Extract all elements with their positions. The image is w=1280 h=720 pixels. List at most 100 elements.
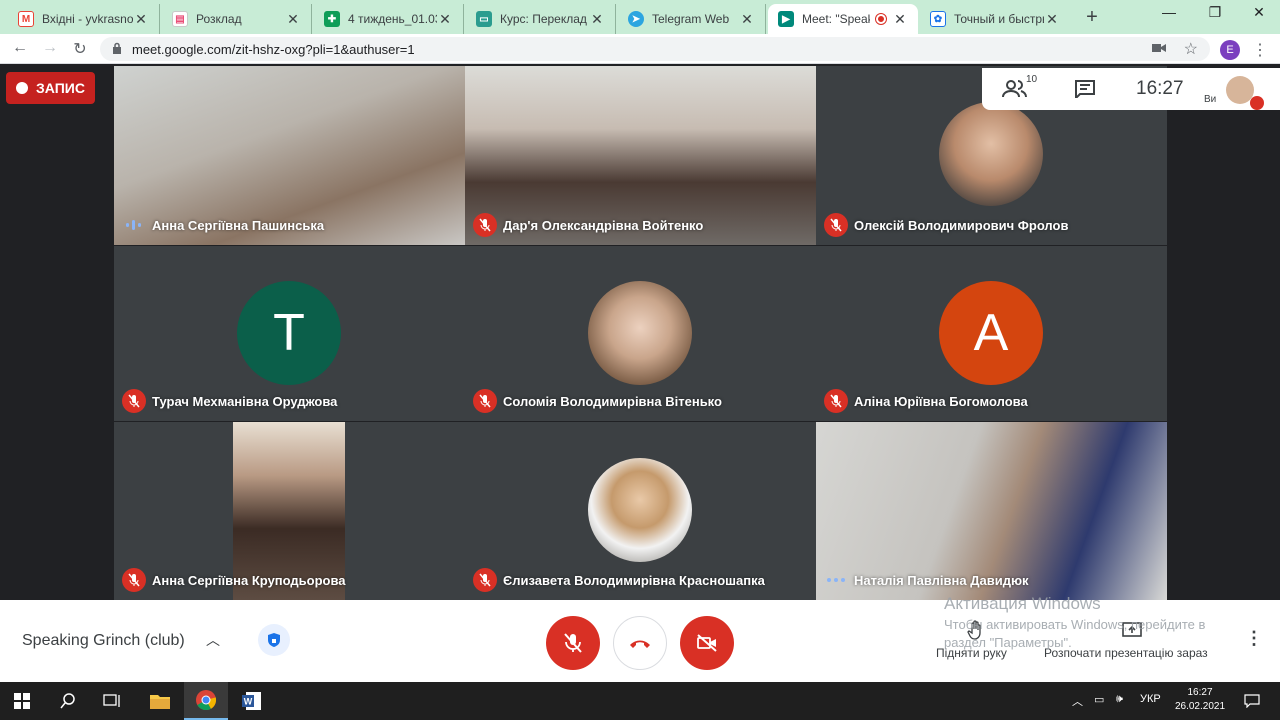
recording-badge: ЗАПИС [6, 72, 95, 104]
url-text: meet.google.com/zit-hshz-oxg?pli=1&authu… [132, 42, 415, 57]
volume-icon[interactable]: 🕪 [1116, 693, 1123, 706]
participant-avatar [939, 102, 1043, 206]
gmail-icon: M [18, 11, 34, 27]
notifications-icon[interactable] [1232, 682, 1272, 720]
back-button[interactable]: ← [10, 39, 30, 57]
close-icon[interactable]: ✕ [739, 11, 755, 28]
task-view-icon[interactable] [90, 682, 134, 720]
leave-call-button[interactable] [613, 616, 667, 670]
participant-tile[interactable]: A Аліна Юріївна Богомолова [816, 246, 1167, 421]
participant-tile[interactable]: Дар'я Олександрівна Войтенко [465, 66, 816, 245]
profile-avatar[interactable]: E [1220, 40, 1240, 60]
mic-toggle-button[interactable] [546, 616, 600, 670]
hang-up-icon [630, 640, 650, 648]
meeting-name[interactable]: Speaking Grinch (club) [22, 632, 185, 650]
windows-start-icon[interactable] [0, 682, 44, 720]
close-window-button[interactable]: ✕ [1244, 4, 1274, 21]
chrome-icon[interactable] [184, 682, 228, 720]
omnibox[interactable]: meet.google.com/zit-hshz-oxg?pli=1&authu… [100, 37, 1210, 61]
close-icon[interactable]: ✕ [589, 11, 605, 28]
muted-mic-icon [473, 568, 497, 592]
tab-course[interactable]: ▭ Курс: Переклад з ✕ [466, 4, 616, 34]
language-indicator[interactable]: УКР [1140, 693, 1161, 705]
calendar-page-icon: ▤ [172, 11, 188, 27]
participant-tile[interactable]: Єлизавета Володимирівна Красношапка [465, 422, 816, 600]
participant-avatar [588, 458, 692, 562]
tab-sheets[interactable]: ✚ 4 тиждень_01.03- ✕ [314, 4, 464, 34]
moodle-icon: ▭ [476, 11, 492, 27]
bookmark-star-icon[interactable]: ☆ [1184, 39, 1198, 59]
close-icon[interactable]: ✕ [133, 11, 149, 28]
close-icon[interactable]: ✕ [1044, 11, 1060, 28]
file-explorer-icon[interactable] [138, 682, 182, 720]
tab-label: 4 тиждень_01.03- [348, 12, 437, 26]
tab-gmail[interactable]: M Вхідні - yvkrasnosi ✕ [8, 4, 160, 34]
reload-button[interactable]: ↻ [70, 39, 90, 59]
close-icon[interactable]: ✕ [437, 11, 453, 28]
participant-name: Аліна Юріївна Богомолова [854, 394, 1028, 409]
maximize-button[interactable]: ❐ [1200, 4, 1230, 21]
taskbar-time: 16:27 [1187, 687, 1213, 698]
participant-name: Анна Сергіївна Пашинська [152, 218, 325, 233]
windows-taskbar: W ︿ ▭ 🕪 УКР 16:27 26.02.2021 [0, 682, 1280, 720]
taskbar-clock[interactable]: 16:27 26.02.2021 [1170, 686, 1230, 714]
show-hidden-icons[interactable]: ︿ [1072, 693, 1083, 709]
browser-menu-icon[interactable]: ⋮ [1252, 40, 1268, 60]
people-icon[interactable] [1002, 80, 1028, 98]
participant-avatar-letter: T [237, 281, 341, 385]
windows-activation-text: Чтобы активировать Windows, перейдите в … [944, 617, 1206, 650]
participant-name: Олексій Володимирович Фролов [854, 218, 1069, 233]
participant-tile[interactable]: Анна Сергіївна Пашинська [114, 66, 465, 245]
participant-name: Наталія Павлівна Давидюк [854, 573, 1029, 588]
tab-label: Розклад [196, 12, 242, 26]
chevron-up-icon[interactable]: ︿ [206, 630, 220, 650]
tab-schedule[interactable]: ▤ Розклад ✕ [162, 4, 312, 34]
meeting-info-panel: 10 16:27 Ви [982, 68, 1280, 110]
muted-mic-icon [122, 568, 146, 592]
new-tab-button[interactable]: + [1082, 6, 1102, 29]
address-bar: ← → ↻ meet.google.com/zit-hshz-oxg?pli=1… [0, 34, 1280, 64]
lock-icon [113, 42, 121, 54]
camera-permission-icon[interactable] [1152, 42, 1166, 54]
search-icon[interactable] [46, 682, 90, 720]
participant-tile[interactable]: Соломія Володимирівна Вітенько [465, 246, 816, 421]
participant-avatar [588, 281, 692, 385]
windows-activation-title: Активация Windows [944, 594, 1101, 613]
forward-button[interactable]: → [40, 39, 60, 57]
taskbar-date: 26.02.2021 [1174, 701, 1226, 712]
battery-icon[interactable]: ▭ [1094, 693, 1104, 706]
close-icon[interactable]: ✕ [892, 11, 908, 28]
participant-count: 10 [1026, 74, 1038, 85]
tab-label: Точный и быстрый [954, 12, 1044, 26]
tab-translate[interactable]: ✿ Точный и быстрый ✕ [920, 4, 1070, 34]
close-icon[interactable]: ✕ [285, 11, 301, 28]
recording-indicator-icon [876, 14, 886, 24]
tab-label: Telegram Web [652, 12, 730, 26]
tab-label: Meet: "Speaki [802, 12, 870, 26]
meet-icon: ▶ [778, 11, 794, 27]
host-controls-shield-icon[interactable] [258, 624, 290, 656]
participant-tile[interactable]: T Турач Мехманівна Оруджова [114, 246, 465, 421]
muted-mic-icon [824, 213, 848, 237]
more-options-icon[interactable]: ⋮ [1245, 628, 1263, 649]
camera-toggle-button[interactable] [680, 616, 734, 670]
tab-label: Курс: Переклад з [500, 12, 589, 26]
participant-tile[interactable]: Наталія Павлівна Давидюк [816, 422, 1167, 600]
word-icon[interactable]: W [230, 682, 274, 720]
mic-off-icon [564, 633, 582, 653]
participant-avatar-letter: A [939, 281, 1043, 385]
minimize-button[interactable]: — [1154, 4, 1184, 20]
camera-off-icon [697, 634, 717, 652]
self-muted-icon [1250, 96, 1264, 110]
meet-stage: ЗАПИС Анна Сергіївна Пашинська Дар'я Оле… [0, 64, 1280, 600]
participant-name: Єлизавета Володимирівна Красношапка [503, 573, 765, 588]
participant-name: Дар'я Олександрівна Войтенко [503, 218, 704, 233]
translate-icon: ✿ [930, 11, 946, 27]
tab-meet[interactable]: ▶ Meet: "Speaki ✕ [768, 4, 918, 34]
muted-mic-icon [122, 389, 146, 413]
svg-text:W: W [244, 697, 253, 707]
tab-telegram[interactable]: ➤ Telegram Web ✕ [618, 4, 766, 34]
chat-icon[interactable] [1074, 80, 1096, 98]
participant-tile[interactable]: Анна Сергіївна Круподьорова [114, 422, 465, 600]
telegram-icon: ➤ [628, 11, 644, 27]
